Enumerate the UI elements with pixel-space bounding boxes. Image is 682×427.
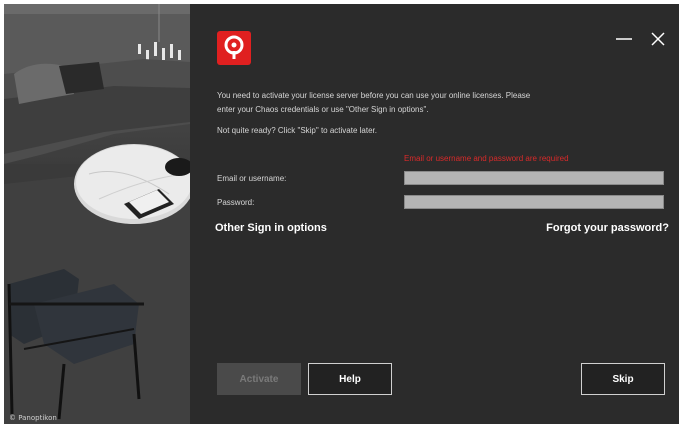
email-field[interactable] bbox=[404, 171, 664, 185]
photo-credit: © Panoptikon bbox=[9, 414, 57, 422]
minimize-button[interactable] bbox=[614, 29, 634, 49]
help-button[interactable]: Help bbox=[308, 363, 392, 395]
email-label: Email or username: bbox=[217, 174, 287, 183]
photo-illustration bbox=[4, 4, 190, 424]
close-button[interactable] bbox=[648, 29, 668, 49]
forgot-password-link[interactable]: Forgot your password? bbox=[546, 222, 669, 234]
chaos-logo bbox=[217, 31, 251, 65]
activation-dialog: You need to activate your license server… bbox=[190, 4, 679, 424]
other-signin-link[interactable]: Other Sign in options bbox=[215, 222, 327, 234]
password-label: Password: bbox=[217, 198, 255, 207]
activation-message: You need to activate your license server… bbox=[217, 91, 531, 114]
interior-photo: © Panoptikon bbox=[4, 4, 190, 424]
activation-window: © Panoptikon You need to activate your l… bbox=[4, 4, 679, 424]
skip-hint: Not quite ready? Click "Skip" to activat… bbox=[217, 126, 377, 135]
close-icon bbox=[651, 32, 665, 46]
activate-button[interactable]: Activate bbox=[217, 363, 301, 395]
chaos-logo-icon bbox=[224, 35, 244, 59]
password-field[interactable] bbox=[404, 195, 664, 209]
skip-button[interactable]: Skip bbox=[581, 363, 665, 395]
error-message: Email or username and password are requi… bbox=[404, 154, 569, 163]
minus-icon bbox=[616, 38, 632, 40]
